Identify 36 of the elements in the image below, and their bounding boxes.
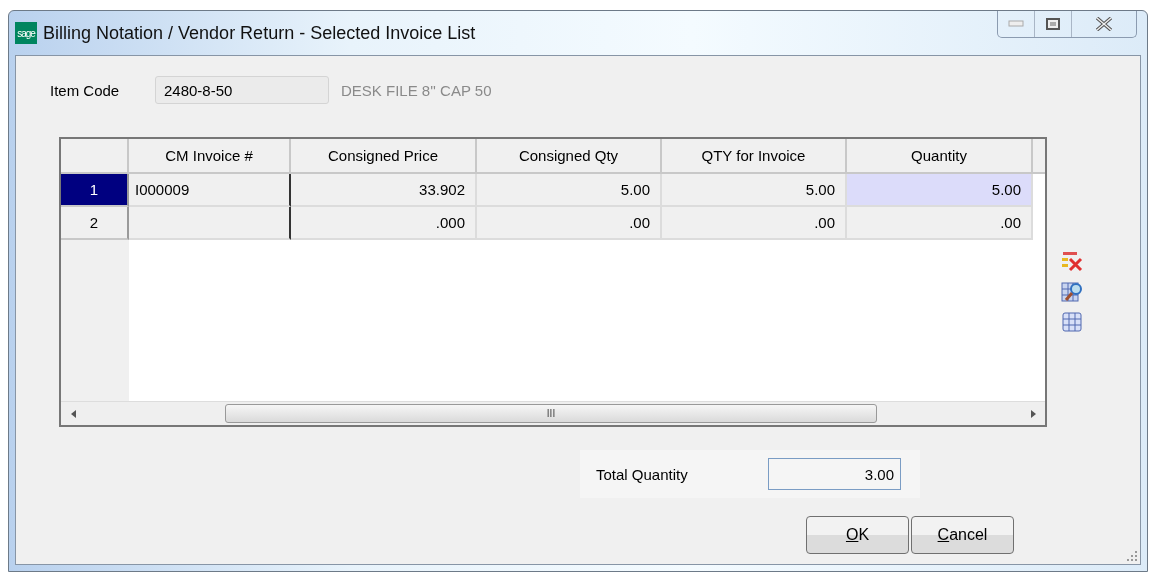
table-cell: 5.00: [662, 174, 847, 207]
total-quantity-field[interactable]: 3.00: [768, 458, 901, 490]
column-header[interactable]: Consigned Price: [291, 139, 477, 174]
scroll-right-icon[interactable]: [1030, 409, 1036, 418]
filler-header: [1033, 139, 1045, 174]
table-cell: .00: [477, 207, 662, 240]
field-label: Total Quantity: [596, 465, 689, 483]
restore-icon: [1046, 18, 1060, 30]
scrollbar-thumb[interactable]: III: [225, 404, 877, 423]
table-cell: 33.902: [291, 174, 477, 207]
scroll-left-icon[interactable]: [70, 409, 76, 418]
grid-search-icon[interactable]: [1061, 281, 1083, 303]
column-header[interactable]: CM Invoice #: [129, 139, 291, 174]
table-cell: 5.00: [847, 174, 1033, 207]
resize-grip-icon[interactable]: [1126, 550, 1138, 562]
app-logo: sage: [15, 22, 37, 44]
table-cell: 5.00: [477, 174, 662, 207]
column-header[interactable]: QTY for Invoice: [662, 139, 847, 174]
row-number[interactable]: 2: [61, 207, 129, 240]
delete-row-icon[interactable]: [1061, 251, 1083, 273]
row-number[interactable]: 1: [61, 174, 129, 207]
minimize-icon: [1008, 20, 1024, 28]
item-description: DESK FILE 8'' CAP 50: [341, 81, 492, 99]
table-cell: .00: [662, 207, 847, 240]
field-label: Item Code: [50, 81, 121, 99]
column-header[interactable]: Consigned Qty: [477, 139, 662, 174]
table-cell: .00: [847, 207, 1033, 240]
grid-icon[interactable]: [1061, 311, 1083, 333]
table-cell: .000: [291, 207, 477, 240]
dialog-button[interactable]: Cancel: [911, 516, 1014, 554]
item-code-field[interactable]: 2480-8-50: [155, 76, 329, 104]
table-cell: I000009: [129, 174, 291, 207]
close-icon: [1095, 17, 1113, 31]
window-title: Billing Notation / Vendor Return - Selected Invoice List: [43, 22, 477, 44]
column-header[interactable]: Quantity: [847, 139, 1033, 174]
dialog-button[interactable]: OK: [806, 516, 909, 554]
